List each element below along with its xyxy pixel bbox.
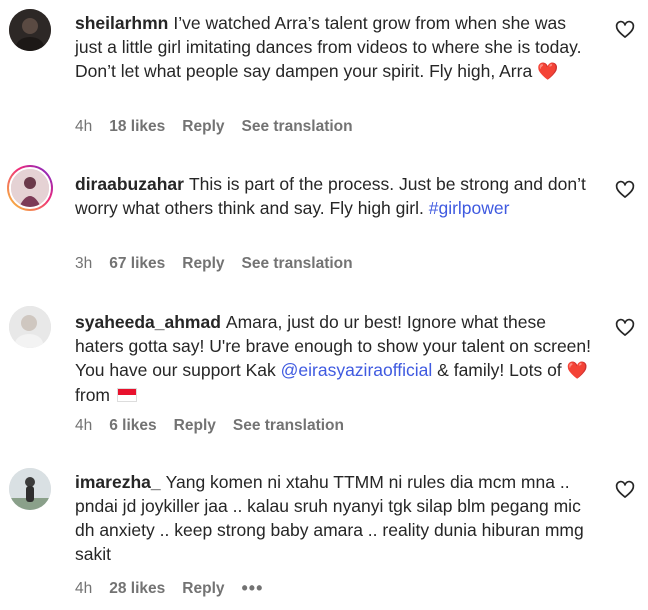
indonesia-flag-icon [116,388,137,402]
comment-meta: 4h 28 likes Reply ••• [75,578,280,599]
comment-text: imarezha_ Yang komen ni xtahu TTMM ni rul… [75,470,595,566]
comment-body-end: from [75,385,110,405]
see-translation-button[interactable]: See translation [242,255,353,273]
more-options-icon[interactable]: ••• [242,578,264,599]
avatar[interactable] [7,165,53,211]
reply-button[interactable]: Reply [174,417,216,435]
comment-username[interactable]: sheilarhmn [75,13,168,33]
comment-username[interactable]: syaheeda_ahmad [75,312,221,332]
avatar[interactable] [9,306,51,348]
comment-body-continued: & family! Lots of [437,360,562,380]
comment-text: sheilarhmn I’ve watched Arra’s talent gro… [75,11,595,84]
avatar[interactable] [9,468,51,510]
avatar[interactable] [9,9,51,51]
comment-text: syaheeda_ahmad Amara, just do ur best! Ig… [75,310,595,407]
comment-username[interactable]: diraabuzahar [75,174,184,194]
heart-outline-icon[interactable] [615,318,635,338]
heart-outline-icon[interactable] [615,20,635,40]
red-heart-emoji: ❤️ [566,361,588,380]
avatar-image [9,167,51,209]
comment-likes[interactable]: 28 likes [109,580,165,598]
comment-meta: 4h 6 likes Reply See translation [75,417,361,435]
mention-link[interactable]: @eirasyaziraofficial [281,360,433,380]
reply-button[interactable]: Reply [182,580,224,598]
comment-time[interactable]: 4h [75,417,92,435]
comment-likes[interactable]: 18 likes [109,118,165,136]
comment-text: diraabuzahar This is part of the process.… [75,172,595,220]
comment-time[interactable]: 4h [75,118,92,136]
comment-time[interactable]: 3h [75,255,92,273]
comment-likes[interactable]: 67 likes [109,255,165,273]
reply-button[interactable]: Reply [182,118,224,136]
heart-outline-icon[interactable] [615,480,635,500]
comment-username[interactable]: imarezha_ [75,472,161,492]
comment-likes[interactable]: 6 likes [109,417,156,435]
comment-time[interactable]: 4h [75,580,92,598]
comment-meta: 3h 67 likes Reply See translation [75,255,370,273]
red-heart-emoji: ❤️ [537,62,559,81]
reply-button[interactable]: Reply [182,255,224,273]
hashtag-link[interactable]: #girlpower [429,198,510,218]
see-translation-button[interactable]: See translation [242,118,353,136]
heart-outline-icon[interactable] [615,180,635,200]
see-translation-button[interactable]: See translation [233,417,344,435]
comment-meta: 4h 18 likes Reply See translation [75,118,370,136]
